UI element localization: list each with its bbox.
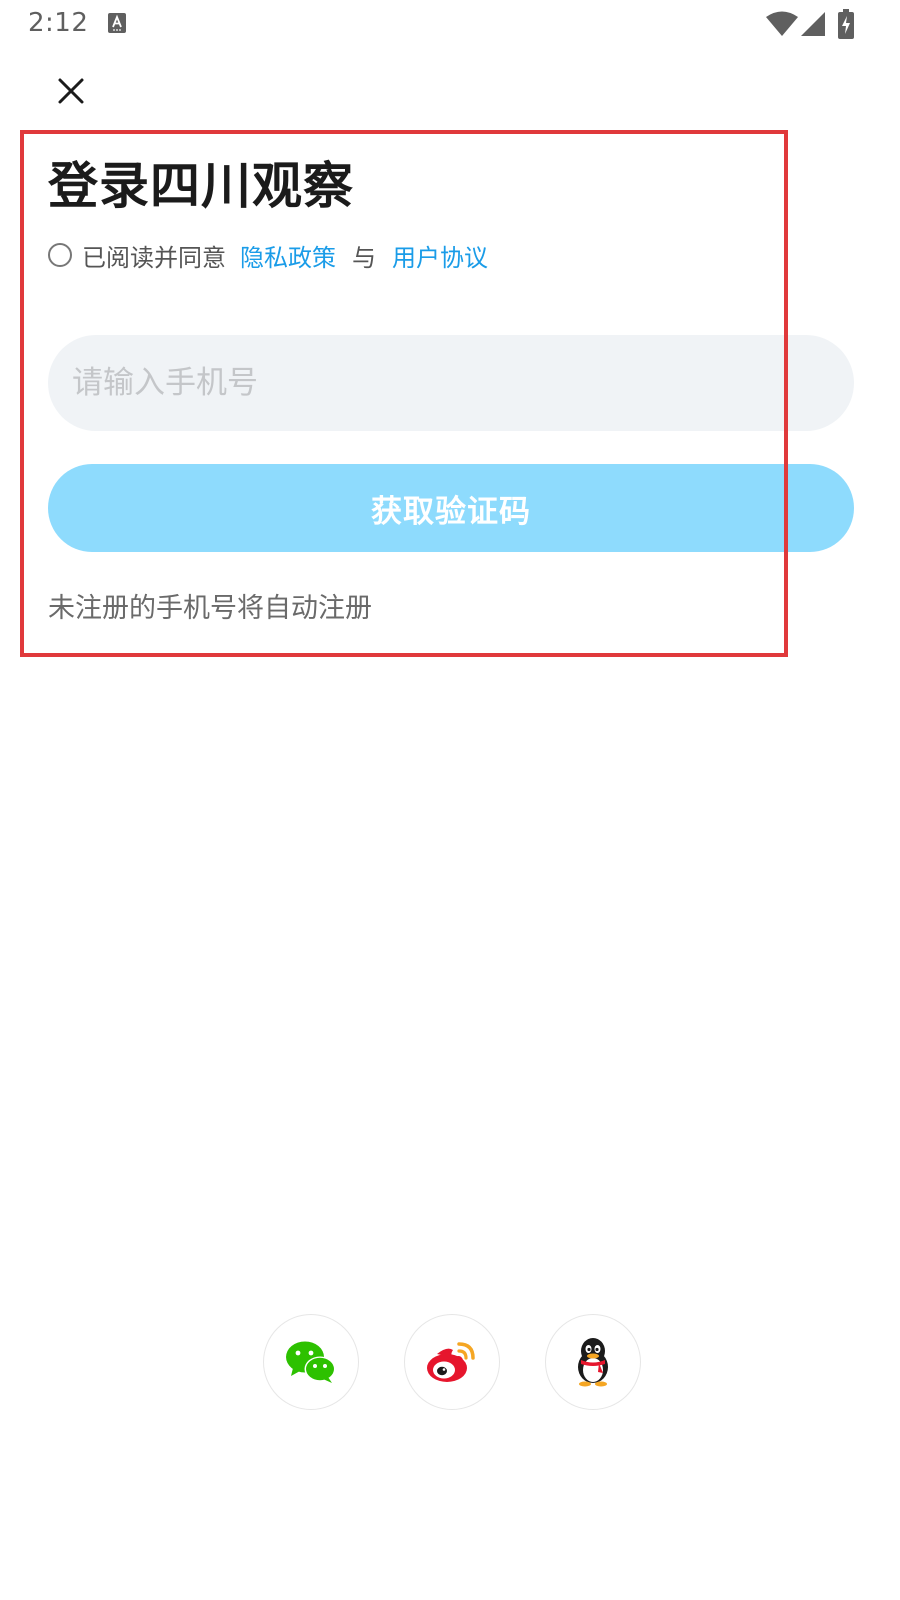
qq-login-button[interactable] — [545, 1314, 641, 1410]
wechat-login-button[interactable] — [263, 1314, 359, 1410]
status-bar: 2:12 — [0, 0, 900, 50]
weibo-login-button[interactable] — [404, 1314, 500, 1410]
phone-input[interactable] — [48, 335, 854, 431]
agreement-text: 已阅读并同意 — [82, 243, 226, 272]
signal-icon — [801, 12, 825, 36]
phone-input-container — [48, 335, 854, 431]
auto-register-note: 未注册的手机号将自动注册 — [48, 593, 372, 624]
keyboard-a-icon — [108, 13, 126, 33]
agreement-separator: 与 — [352, 243, 376, 272]
close-button[interactable] — [50, 70, 92, 112]
page-title: 登录四川观察 — [48, 157, 354, 215]
user-agreement-link[interactable]: 用户协议 — [392, 238, 488, 273]
social-login-row — [263, 1314, 641, 1410]
battery-charging-icon — [838, 9, 854, 39]
weibo-icon — [427, 1342, 475, 1382]
wechat-icon — [286, 1341, 336, 1383]
qq-icon — [578, 1338, 608, 1387]
close-icon — [58, 78, 84, 104]
privacy-policy-link[interactable]: 隐私政策 — [240, 238, 336, 273]
login-screen: 2:12 登录四川观察 已阅读并同意 隐私政策 与 用户协议 请输入手机号 获取… — [0, 0, 900, 1600]
agreement-row: 已阅读并同意 隐私政策 与 用户协议 — [48, 238, 488, 272]
status-time: 2:12 — [28, 8, 89, 38]
wifi-icon — [766, 11, 798, 36]
agree-checkbox[interactable] — [48, 243, 72, 267]
get-verification-code-button[interactable]: 获取验证码 — [48, 464, 854, 552]
